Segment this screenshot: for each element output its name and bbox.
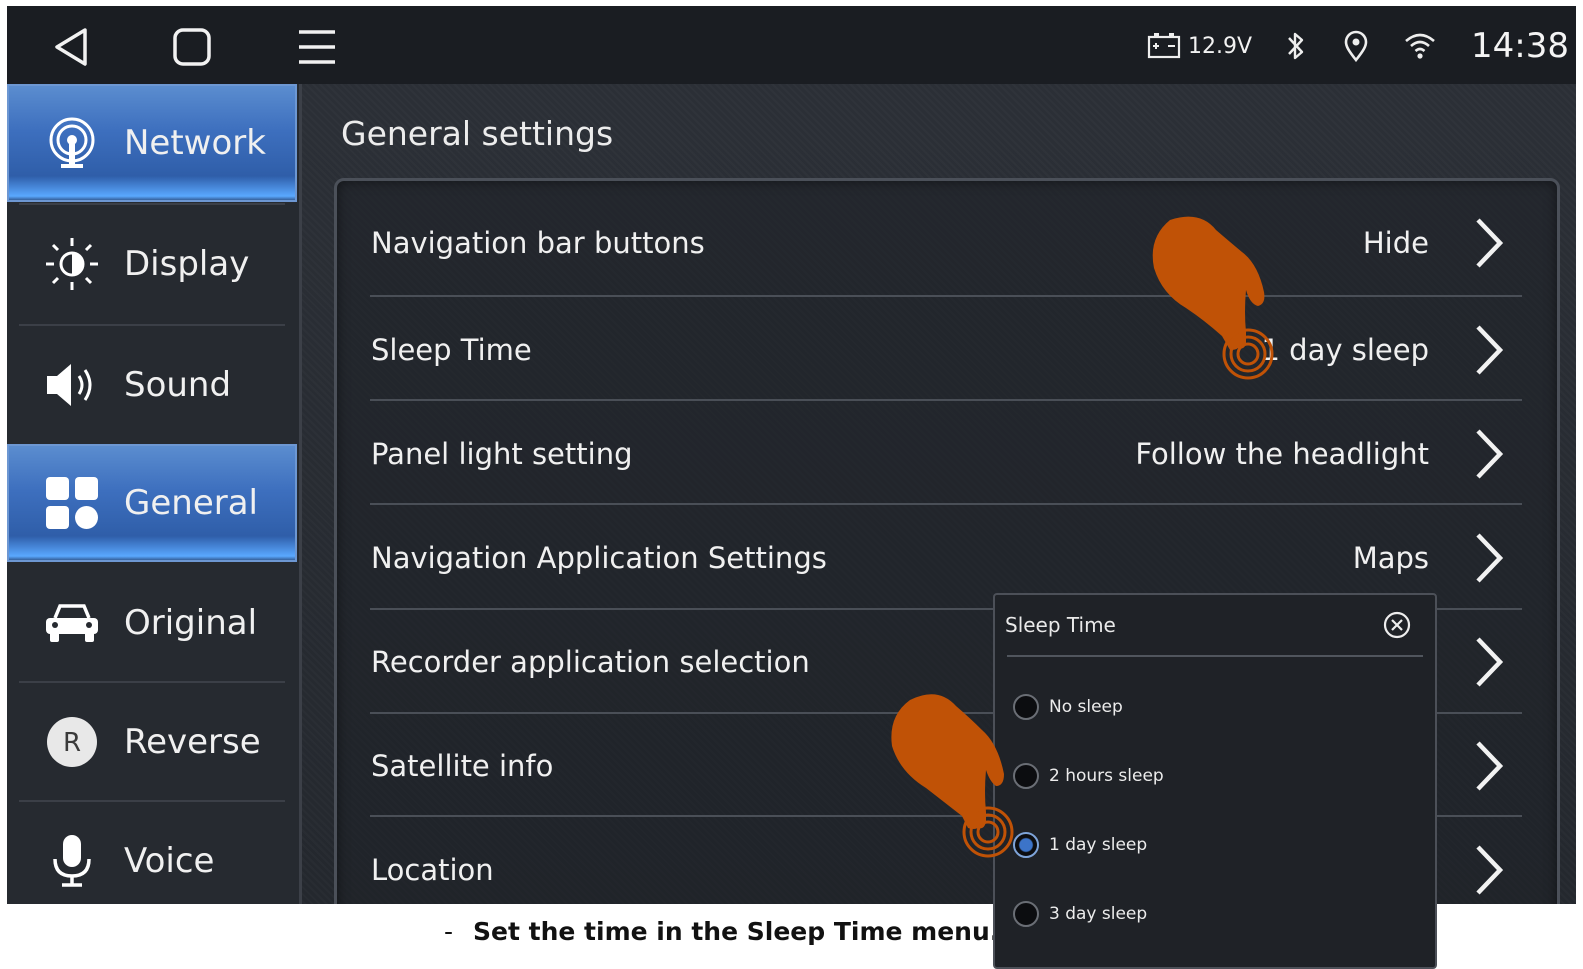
- page-title: General settings: [341, 114, 614, 153]
- sidebar-item-sound[interactable]: Sound: [7, 326, 297, 444]
- microphone-icon: [43, 832, 101, 890]
- battery-icon: [1147, 31, 1181, 61]
- setting-label: Panel light setting: [371, 436, 633, 471]
- battery-voltage: 12.9V: [1188, 33, 1253, 59]
- setting-label: Navigation Application Settings: [371, 540, 827, 575]
- bluetooth-icon: [1283, 26, 1309, 66]
- svg-text:R: R: [63, 728, 81, 758]
- sidebar-item-label: Network: [124, 123, 266, 163]
- car-icon: [43, 594, 101, 652]
- option-1-day-sleep[interactable]: 1 day sleep: [1013, 828, 1147, 862]
- sidebar-item-display[interactable]: Display: [7, 205, 297, 323]
- chevron-right-icon: [1473, 530, 1505, 586]
- chevron-right-icon: [1473, 426, 1505, 482]
- close-icon[interactable]: [1381, 609, 1413, 641]
- divider: [370, 503, 1522, 505]
- brightness-icon: [43, 235, 101, 293]
- sidebar-item-voice[interactable]: Voice: [7, 802, 297, 904]
- radio-button[interactable]: [1013, 901, 1039, 927]
- chevron-right-icon: [1473, 634, 1505, 690]
- clock: 14:38: [1471, 26, 1569, 66]
- option-label: 3 day sleep: [1049, 904, 1148, 924]
- settings-sidebar: Network Display Sound General Original R…: [7, 84, 302, 904]
- sidebar-item-label: General: [124, 483, 258, 523]
- setting-row-navigation-bar-buttons[interactable]: Navigation bar buttons Hide: [337, 191, 1557, 294]
- setting-label: Sleep Time: [371, 332, 532, 367]
- setting-row-sleep-time[interactable]: Sleep Time 1 day sleep: [337, 298, 1557, 401]
- location-pin-icon: [1343, 26, 1369, 66]
- setting-value: 1 day sleep: [1261, 332, 1430, 367]
- chevron-right-icon: [1473, 322, 1505, 378]
- sleep-time-dialog: Sleep Time No sleep 2 hours sleep 1 day …: [993, 593, 1437, 969]
- setting-value: Maps: [1352, 540, 1429, 575]
- instruction-caption: - Set the time in the Sleep Time menu.: [444, 917, 999, 946]
- sidebar-item-label: Original: [124, 603, 258, 643]
- setting-value: Hide: [1362, 225, 1429, 260]
- divider: [370, 295, 1522, 297]
- sidebar-item-label: Display: [124, 244, 250, 284]
- battery-indicator: 12.9V: [1147, 26, 1252, 66]
- sidebar-item-general[interactable]: General: [7, 444, 297, 562]
- option-label: 1 day sleep: [1049, 835, 1148, 855]
- sidebar-item-original[interactable]: Original: [7, 564, 297, 682]
- dialog-title: Sleep Time: [1005, 613, 1116, 637]
- chevron-right-icon: [1473, 738, 1505, 794]
- option-2-hours-sleep[interactable]: 2 hours sleep: [1013, 759, 1164, 793]
- option-no-sleep[interactable]: No sleep: [1013, 690, 1123, 724]
- sidebar-item-reverse[interactable]: R Reverse: [7, 683, 297, 801]
- sidebar-item-label: Voice: [124, 841, 215, 881]
- speaker-icon: [43, 356, 101, 414]
- sidebar-item-label: Sound: [124, 365, 232, 405]
- setting-label: Navigation bar buttons: [371, 225, 705, 260]
- divider: [1007, 655, 1423, 657]
- setting-label: Location: [371, 852, 494, 887]
- menu-icon[interactable]: [295, 24, 341, 70]
- home-icon[interactable]: [169, 24, 215, 70]
- network-antenna-icon: [43, 114, 101, 172]
- option-3-day-sleep[interactable]: 3 day sleep: [1013, 897, 1147, 931]
- setting-row-panel-light[interactable]: Panel light setting Follow the headlight: [337, 402, 1557, 505]
- wifi-icon: [1403, 26, 1437, 66]
- apps-grid-icon: [43, 474, 101, 532]
- caption-text: Set the time in the Sleep Time menu.: [473, 917, 1000, 946]
- chevron-right-icon: [1473, 842, 1505, 898]
- sidebar-item-network[interactable]: Network: [7, 84, 297, 202]
- option-label: 2 hours sleep: [1049, 766, 1164, 786]
- sidebar-item-label: Reverse: [124, 722, 261, 762]
- chevron-right-icon: [1473, 215, 1505, 271]
- divider: [370, 399, 1522, 401]
- status-bar: 12.9V 14:38: [7, 6, 1576, 84]
- back-icon[interactable]: [49, 24, 95, 70]
- setting-label: Satellite info: [371, 748, 554, 783]
- tap-hand-icon: [1140, 212, 1280, 386]
- tap-hand-icon: [882, 690, 1022, 864]
- option-label: No sleep: [1049, 697, 1123, 717]
- setting-label: Recorder application selection: [371, 644, 810, 679]
- setting-value: Follow the headlight: [1135, 436, 1429, 471]
- reverse-r-icon: R: [43, 713, 101, 771]
- caption-dash: -: [444, 917, 454, 946]
